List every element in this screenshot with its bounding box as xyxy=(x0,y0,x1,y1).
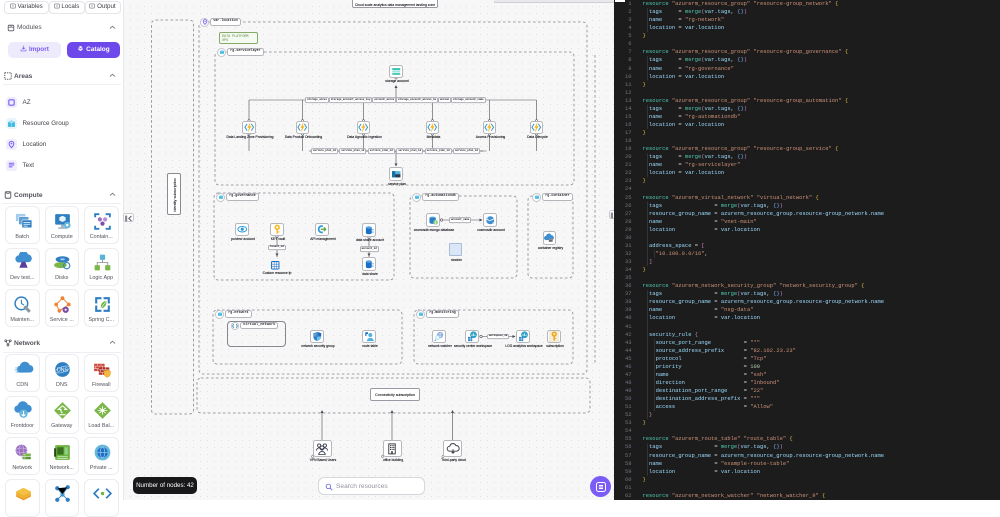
svg-text:DNS: DNS xyxy=(57,367,69,373)
